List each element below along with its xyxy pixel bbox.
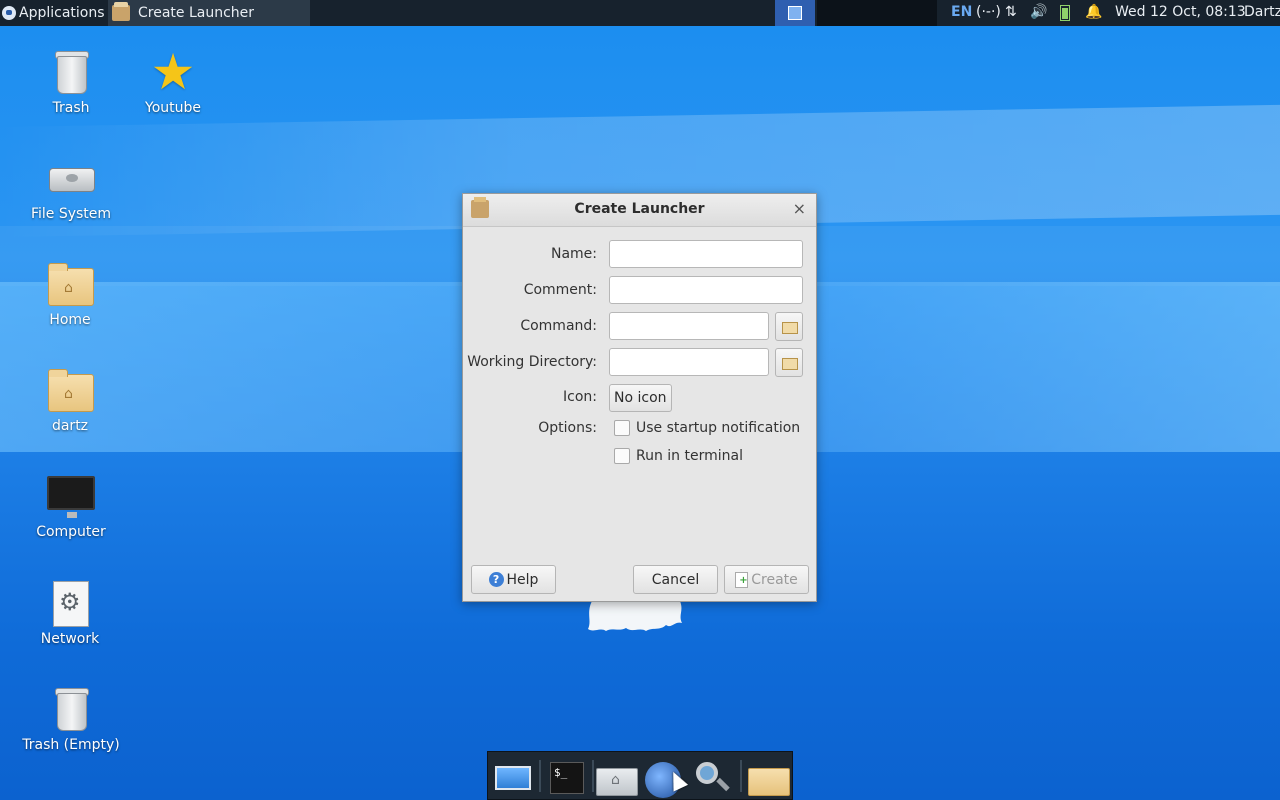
help-icon: ?: [488, 572, 504, 587]
home-folder-launcher[interactable]: [596, 760, 638, 796]
startup-notification-option[interactable]: Use startup notification: [614, 420, 800, 436]
startup-notification-label: Use startup notification: [636, 420, 801, 436]
user-menu[interactable]: Dartz: [1244, 0, 1280, 26]
desktop-icon-dartz[interactable]: ⌂ dartz: [20, 366, 120, 434]
top-panel: Applications Create Launcher EN (·-·) ⇅ …: [0, 0, 1280, 26]
wallpaper-mascot: [588, 601, 682, 631]
help-button-label: Help: [506, 571, 539, 588]
keyboard-layout-indicator[interactable]: EN: [951, 0, 972, 26]
name-label: Name:: [550, 246, 597, 262]
desktop-icon-computer[interactable]: Computer: [21, 472, 121, 540]
new-document-icon: [735, 571, 749, 588]
create-button-label: Create: [751, 571, 798, 588]
harddrive-icon: [47, 154, 95, 202]
workspace-4[interactable]: [897, 0, 937, 26]
command-browse-button[interactable]: [775, 312, 803, 341]
command-label: Command:: [520, 318, 597, 334]
bottom-dock: $_: [487, 751, 793, 800]
monitor-icon: [47, 472, 95, 520]
taskbar-button-create-launcher[interactable]: Create Launcher: [108, 0, 310, 26]
run-in-terminal-option[interactable]: Run in terminal: [614, 448, 743, 464]
terminal-icon: $_: [550, 762, 584, 794]
run-in-terminal-checkbox[interactable]: [614, 448, 630, 464]
folder-icon: [782, 358, 798, 370]
command-field[interactable]: [609, 312, 769, 340]
network-status-icon[interactable]: (·-·): [976, 0, 1001, 26]
working-directory-field[interactable]: [609, 348, 769, 376]
dock-separator: [740, 760, 742, 792]
desktop-icon-label: Trash (Empty): [22, 737, 120, 753]
desktop-icon-label: File System: [30, 206, 112, 222]
window-preview-icon: [788, 6, 802, 20]
trash-icon: [47, 48, 95, 96]
desktop-icon-label: Computer: [36, 524, 106, 540]
startup-notification-checkbox[interactable]: [614, 420, 630, 436]
applications-menu[interactable]: Applications: [2, 0, 105, 26]
desktop-icon-network[interactable]: ⚙ Network: [20, 579, 120, 647]
folder-icon: [782, 322, 798, 334]
taskbar-button-label: Create Launcher: [138, 4, 255, 21]
home-folder-icon: ⌂: [46, 366, 94, 414]
options-label: Options:: [538, 420, 597, 436]
desktop-icon-trash-empty[interactable]: Trash (Empty): [21, 685, 121, 753]
home-folder-icon: [596, 768, 638, 796]
workspace-2[interactable]: [817, 0, 857, 26]
files-launcher[interactable]: [748, 760, 790, 796]
star-icon: ★: [150, 43, 196, 101]
dialog-title: Create Launcher: [574, 201, 705, 217]
workspace-3[interactable]: [857, 0, 897, 26]
desktop-icon-label: Youtube: [145, 100, 201, 116]
desktop-icon-youtube[interactable]: ★ Youtube: [123, 43, 223, 116]
xfce-logo-icon: [2, 6, 16, 20]
comment-field[interactable]: [609, 276, 803, 304]
cancel-button[interactable]: Cancel: [633, 565, 718, 594]
desktop-icon-file-system[interactable]: File System: [21, 154, 121, 222]
dock-separator: [592, 760, 594, 792]
trash-icon: [47, 685, 95, 733]
search-handle: [716, 777, 730, 792]
run-in-terminal-label: Run in terminal: [636, 448, 743, 464]
launcher-icon: [112, 2, 130, 21]
app-finder-launcher[interactable]: [694, 760, 730, 794]
dock-separator: [539, 760, 541, 792]
home-folder-icon: ⌂: [46, 260, 94, 308]
show-desktop-button[interactable]: [493, 760, 531, 794]
help-button[interactable]: ? Help: [471, 565, 556, 594]
show-desktop-icon: [495, 766, 531, 790]
desktop-icon-label: Home: [49, 312, 91, 328]
create-button[interactable]: Create: [724, 565, 809, 594]
clock[interactable]: Wed 12 Oct, 08:13: [1115, 0, 1246, 26]
applications-menu-label: Applications: [19, 4, 105, 21]
working-directory-input[interactable]: [610, 349, 768, 375]
desktop-icon-label: dartz: [51, 418, 89, 434]
close-icon[interactable]: ×: [793, 199, 806, 218]
desktop-icon-home[interactable]: ⌂ Home: [20, 260, 120, 328]
dialog-titlebar[interactable]: Create Launcher ×: [463, 194, 816, 227]
workspace-1[interactable]: [775, 0, 815, 26]
desktop-icon-label: Network: [40, 631, 100, 647]
search-icon: [696, 762, 718, 784]
desktop-icon-trash[interactable]: Trash: [21, 48, 121, 116]
name-input[interactable]: [610, 241, 802, 267]
terminal-launcher[interactable]: $_: [550, 760, 586, 794]
name-field[interactable]: [609, 240, 803, 268]
working-directory-browse-button[interactable]: [775, 348, 803, 377]
icon-label: Icon:: [563, 389, 597, 405]
files-icon: [748, 768, 790, 796]
battery-icon[interactable]: [1060, 5, 1070, 21]
network-icon: ⚙: [46, 579, 94, 627]
comment-label: Comment:: [523, 282, 597, 298]
working-directory-label: Working Directory:: [467, 354, 597, 370]
cancel-button-label: Cancel: [651, 571, 700, 588]
create-launcher-dialog: Create Launcher × Name: Comment: Command…: [462, 193, 817, 602]
updown-arrows-icon[interactable]: ⇅: [1005, 0, 1017, 26]
icon-chooser-button[interactable]: No icon: [609, 384, 672, 412]
command-input[interactable]: [610, 313, 768, 339]
comment-input[interactable]: [610, 277, 802, 303]
notification-bell-icon[interactable]: 🔔: [1085, 0, 1102, 26]
volume-icon[interactable]: 🔊: [1030, 0, 1047, 26]
desktop-icon-label: Trash: [52, 100, 90, 116]
